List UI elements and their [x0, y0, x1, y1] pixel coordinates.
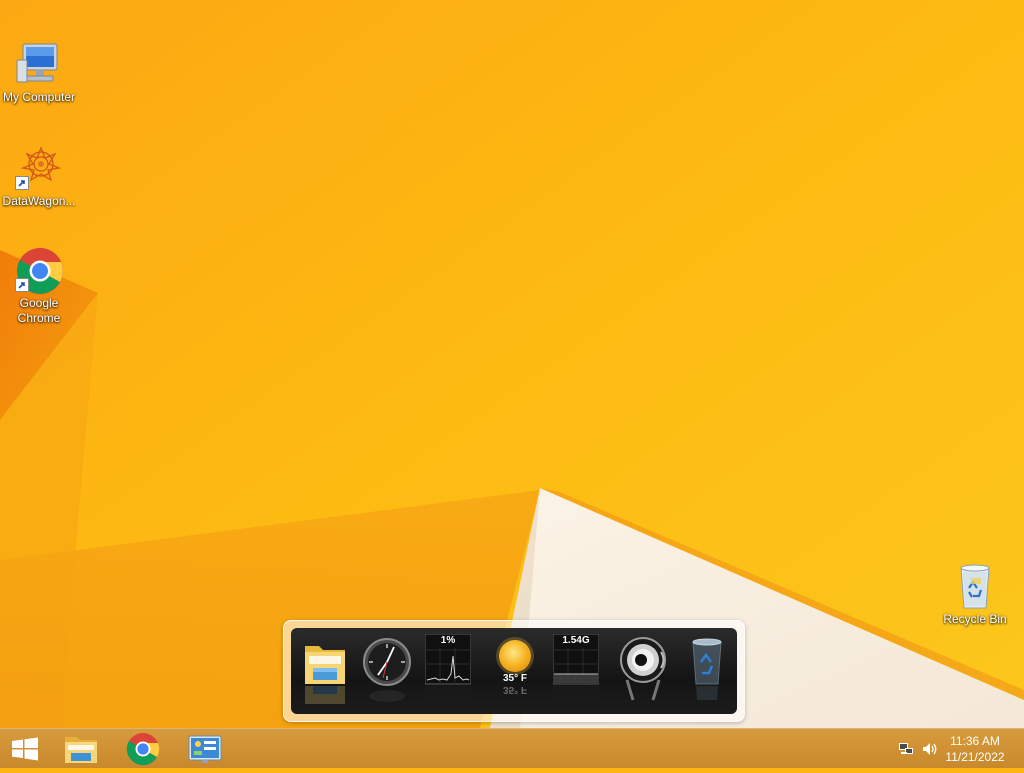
- shortcut-arrow-icon: [15, 278, 29, 292]
- network-icon[interactable]: [898, 741, 914, 757]
- file-explorer-icon: [65, 737, 97, 763]
- desktop-icon-label: My Computer: [2, 90, 76, 104]
- dock-item-memory-monitor[interactable]: 1.54G: [553, 634, 599, 708]
- start-button[interactable]: [0, 729, 50, 769]
- taskbar: 11:36 AM 11/21/2022: [0, 728, 1024, 768]
- system-clock[interactable]: 11:36 AM 11/21/2022: [940, 733, 1010, 765]
- dock-panel: 1% 35° F 35° F 1.54G: [291, 628, 737, 714]
- computer-icon: [15, 40, 63, 88]
- desktop-icon-recycle-bin[interactable]: Recycle Bin: [936, 562, 1014, 627]
- dock-item-clock[interactable]: [361, 634, 413, 708]
- desktop-icon-label: Google Chrome: [17, 296, 61, 325]
- clock-time: 11:36 AM: [950, 734, 1000, 748]
- shortcut-arrow-icon: [15, 176, 29, 190]
- desktop-icon-my-computer[interactable]: My Computer: [0, 40, 78, 105]
- desktop[interactable]: My Computer DataWagon... Google Chrome R…: [0, 0, 1024, 728]
- desktop-icon-label: Recycle Bin: [943, 612, 1007, 626]
- cpu-usage-value: 1%: [440, 635, 456, 646]
- taskbar-file-explorer-button[interactable]: [55, 729, 107, 769]
- folder-icon: [305, 646, 345, 704]
- chrome-icon: [126, 733, 160, 766]
- dock-item-cpu-monitor[interactable]: 1%: [425, 634, 471, 708]
- memory-usage-value: 1.54G: [562, 635, 590, 646]
- recycle-bin-icon: [951, 562, 999, 610]
- desktop-icon-google-chrome[interactable]: Google Chrome: [0, 246, 78, 326]
- wallpaper: [0, 0, 1024, 728]
- dock-item-recycle-bin[interactable]: [681, 634, 733, 708]
- desktop-icon-datawagon[interactable]: DataWagon...: [0, 144, 78, 209]
- dock-item-weather[interactable]: 35° F 35° F: [489, 634, 541, 708]
- dock-bar: 1% 35° F 35° F 1.54G: [283, 620, 745, 722]
- taskbar-control-panel-button[interactable]: [179, 729, 231, 769]
- clock-date: 11/21/2022: [945, 750, 1005, 764]
- weather-temperature: 35° F: [502, 673, 527, 684]
- taskbar-chrome-button[interactable]: [117, 729, 169, 769]
- dock-item-speaker[interactable]: [617, 634, 669, 708]
- windows-logo-icon: [12, 737, 38, 761]
- desktop-icon-label: DataWagon...: [2, 194, 76, 208]
- chrome-icon: [15, 246, 63, 294]
- trash-icon: [692, 638, 722, 700]
- clock-icon: [363, 638, 411, 702]
- dock-item-file-explorer[interactable]: [299, 634, 351, 708]
- weather-temperature-reflection: 35° F: [502, 684, 527, 695]
- control-panel-icon: [188, 735, 222, 763]
- sun-icon: [496, 637, 534, 675]
- speaker-icon: [620, 637, 666, 701]
- datawagon-icon: [15, 144, 63, 192]
- volume-icon[interactable]: [922, 741, 938, 757]
